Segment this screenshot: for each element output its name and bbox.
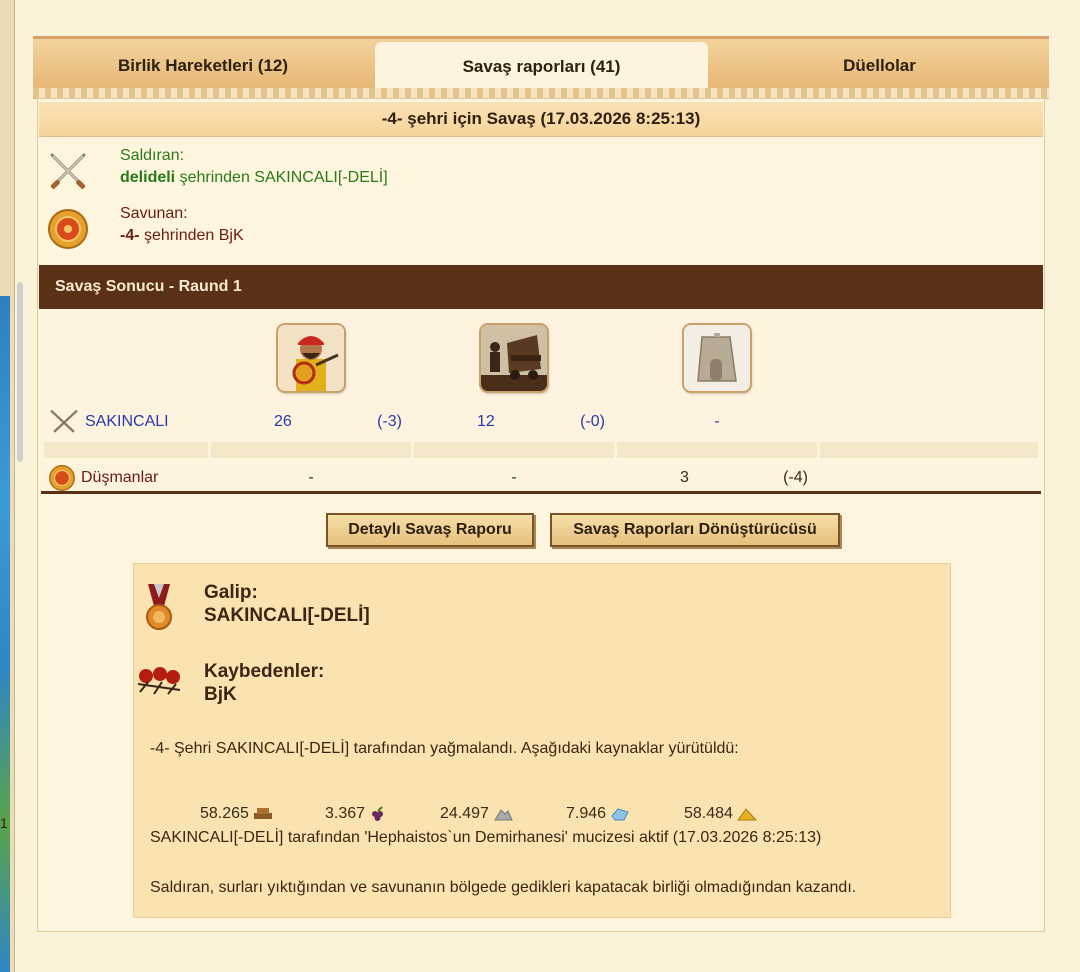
unit-loss: (-0) (580, 413, 605, 430)
attacker-player[interactable]: şehrinden SAKINCALI[-DELİ] (175, 169, 388, 186)
unit-count: - (414, 461, 614, 495)
shield-small-icon (49, 465, 75, 491)
tab-duels[interactable]: Düellolar (710, 44, 1049, 88)
report-panel: -4- şehri için Savaş (17.03.2026 8:25:13… (37, 98, 1045, 932)
defender-player[interactable]: şehrinden BjK (140, 227, 244, 244)
winner-label: Galip: (204, 582, 258, 603)
tab-bar: Birlik Hareketleri (12) Savaş raporları … (33, 36, 1049, 91)
fallen-soldiers-icon (137, 667, 181, 695)
ram-unit-icon[interactable] (481, 325, 547, 391)
wood-icon (253, 808, 272, 819)
sulfur-icon (736, 808, 757, 821)
resource-crystal: 7.946 (566, 805, 630, 823)
unit-table: SAKINCALI 26 (-3) 12 (-0) - Düşmanlar - - … (41, 311, 1041, 498)
resource-value: 3.367 (325, 805, 366, 822)
medal-icon (146, 584, 172, 630)
shield-icon (48, 209, 88, 249)
crystal-icon (611, 808, 629, 821)
unit-count: 26 (274, 413, 292, 430)
defender-city-link[interactable]: -4- (120, 227, 140, 244)
unit-count: - (211, 461, 411, 495)
attacker-info: Saldıran: delideli şehrinden SAKINCALI[-… (46, 147, 646, 195)
resource-value: 58.265 (200, 805, 249, 822)
attacker-role-label: Saldıran: (120, 147, 185, 164)
map-fragment (0, 296, 10, 972)
battle-outcome-text: Saldıran, surları yıktığından ve savunan… (150, 879, 857, 896)
defender-info: Savunan: -4- şehrinden BjK (46, 205, 646, 253)
battle-report-window: Birlik Hareketleri (12) Savaş raporları … (33, 36, 1049, 936)
tab-troop-movements[interactable]: Birlik Hareketleri (12) (33, 44, 373, 88)
attacker-unit-row: SAKINCALI 26 (-3) 12 (-0) - (44, 405, 1038, 439)
wine-icon (372, 806, 384, 821)
detailed-report-button[interactable]: Detaylı Savaş Raporu (326, 513, 534, 547)
winner-name: SAKINCALI[-DELİ] (204, 605, 370, 626)
attacker-row-name[interactable]: SAKINCALI (85, 413, 169, 431)
unit-loss: (-4) (783, 469, 808, 486)
losers-label: Kaybedenler: (204, 661, 325, 682)
attacker-line: delideli şehrinden SAKINCALI[-DELİ] (120, 169, 388, 187)
wonder-active-text: SAKINCALI[-DELİ] tarafından 'Hephaistos`… (150, 829, 822, 846)
tab-battle-reports[interactable]: Savaş raporları (41) (375, 42, 708, 91)
losers-name: BjK (204, 684, 237, 705)
crossed-swords-icon (50, 153, 86, 189)
resource-wood: 58.265 (200, 805, 273, 823)
unit-loss: (-3) (377, 413, 402, 430)
defender-row-name: Düşmanlar (81, 469, 159, 486)
resource-sulfur: 58.484 (684, 805, 757, 823)
plunder-text: -4- Şehri SAKINCALI[-DELİ] tarafından ya… (150, 740, 739, 757)
unit-count: 12 (477, 413, 495, 430)
resource-marble: 24.497 (440, 805, 513, 823)
resource-value: 58.484 (684, 805, 733, 822)
battle-result-header: Savaş Sonucu - Raund 1 (39, 265, 1043, 309)
defender-role-label: Savunan: (120, 205, 188, 222)
hoplite-unit-icon[interactable] (278, 325, 344, 391)
report-title: -4- şehri için Savaş (17.03.2026 8:25:13… (39, 102, 1043, 137)
crossed-swords-small-icon (50, 410, 78, 433)
battle-summary: Galip: SAKINCALI[-DELİ] Kaybedenler: BjK… (133, 563, 951, 918)
wall-icon[interactable] (684, 325, 750, 391)
unit-image-row (44, 314, 1038, 402)
report-converter-button[interactable]: Savaş Raporları Dönüştürücüsü (550, 513, 840, 547)
unit-count: 3 (680, 469, 689, 486)
scrollbar-thumb[interactable] (17, 282, 23, 462)
resource-value: 24.497 (440, 805, 489, 822)
defender-line: -4- şehrinden BjK (120, 227, 244, 245)
resource-value: 7.946 (566, 805, 607, 822)
table-divider (41, 491, 1041, 494)
unit-count: - (617, 405, 817, 439)
defender-unit-row: Düşmanlar - - 3 (-4) (44, 461, 1038, 495)
left-edge-strip: 1 (0, 0, 23, 972)
edge-label: 1 (0, 815, 8, 831)
resource-wine: 3.367 (325, 805, 387, 823)
attacker-city-link[interactable]: delideli (120, 169, 175, 186)
marble-icon (494, 809, 513, 821)
